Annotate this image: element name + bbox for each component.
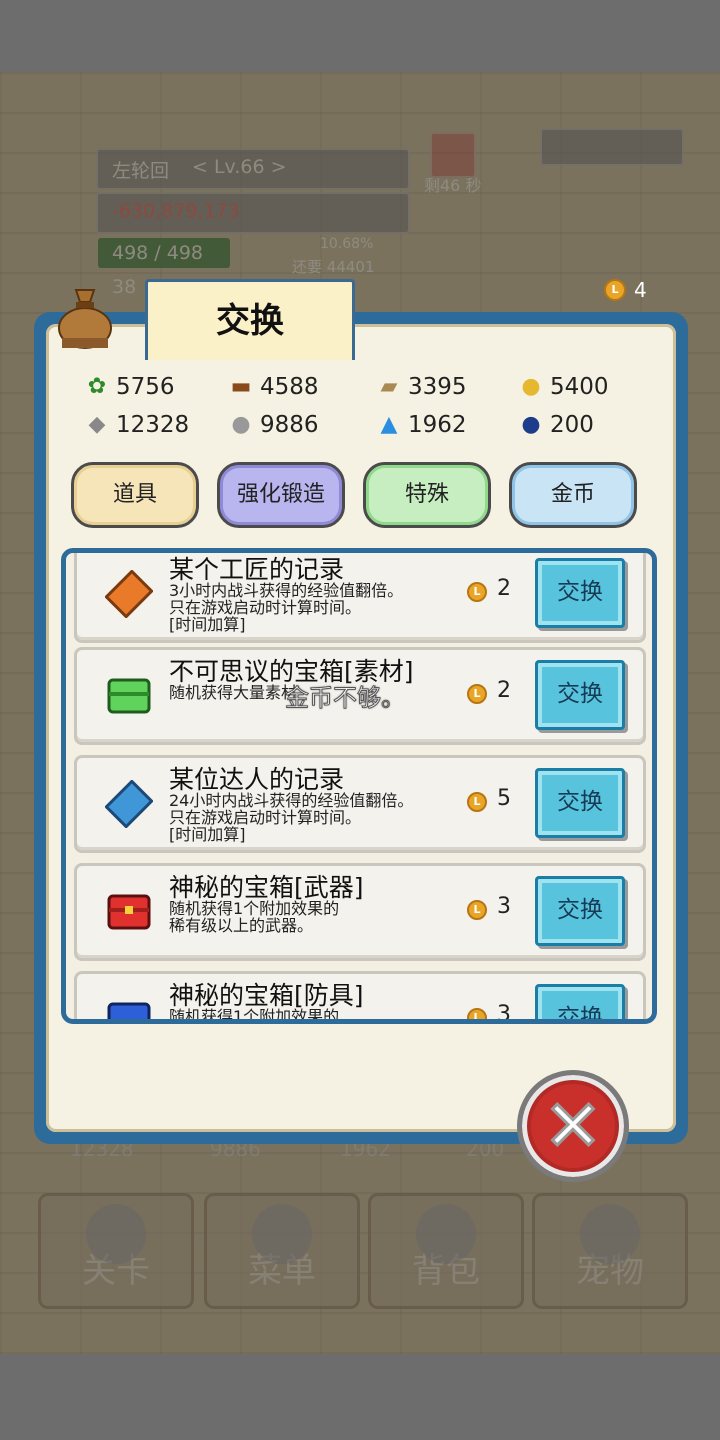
list-item: 神秘的宝箱[武器] 随机获得1个附加效果的 稀有级以上的武器。 L 3 交换 (74, 863, 646, 961)
tab-special[interactable]: 特殊 (363, 462, 491, 528)
close-button[interactable]: ✕ (517, 1070, 629, 1182)
dialog-title: 交换 (145, 279, 355, 360)
coin-icon: L (467, 792, 487, 812)
item-price: 5 (497, 786, 511, 811)
close-icon: ✕ (542, 1084, 604, 1169)
money-bag-icon (58, 289, 112, 349)
item-price: 2 (497, 576, 511, 601)
coin-icon: L (467, 582, 487, 602)
resource-value: 5400 (550, 374, 609, 400)
exchange-button[interactable]: 交换 (535, 660, 625, 730)
resource-value: 5756 (116, 374, 175, 400)
exchange-button[interactable]: 交换 (535, 984, 625, 1019)
orange-book-icon (105, 570, 153, 618)
item-description: 随机获得1个附加效果的 稀有级以上的武器。 (169, 899, 340, 935)
tab-enhance-forge[interactable]: 强化锻造 (217, 462, 345, 528)
resource-value: 9886 (260, 412, 319, 438)
item-price: 3 (497, 1002, 511, 1024)
exchange-button[interactable]: 交换 (535, 876, 625, 946)
toast-message: 金币不够。 (285, 684, 406, 713)
coin-count: 4 (634, 278, 647, 302)
resource-value: 1962 (408, 412, 467, 438)
resource-whetstone: ◆ 12328 (84, 412, 190, 438)
item-price: 3 (497, 894, 511, 919)
resource-value: 12328 (116, 412, 190, 438)
whetstone-icon: ◆ (88, 412, 106, 437)
list-item: 某位达人的记录 24小时内战斗获得的经验值翻倍。 只在游戏启动时计算时间。 [时… (74, 755, 646, 853)
oil-drop-icon: ● (521, 374, 541, 399)
resource-ore: ● 9886 (228, 412, 319, 438)
item-description: 随机获得1个附加效果的 (169, 1007, 340, 1024)
resource-herb: ✿ 5756 (84, 374, 175, 400)
blue-chest-icon (107, 1002, 151, 1019)
ore-icon: ● (231, 412, 251, 437)
list-item: 神秘的宝箱[防具] 随机获得1个附加效果的 L 3 交换 (74, 971, 646, 1024)
red-chest-icon (107, 894, 151, 930)
resource-flame: ▲ 1962 (376, 412, 467, 438)
coin-icon: L (467, 684, 487, 704)
flame-icon: ▲ (380, 412, 398, 437)
item-description: 随机获得大量素材 (169, 683, 298, 702)
herb-icon: ✿ (87, 374, 107, 399)
resource-plank: ▰ 3395 (376, 374, 467, 400)
exchange-button[interactable]: 交换 (535, 768, 625, 838)
resource-orb: ● 200 (518, 412, 594, 438)
tab-coins[interactable]: 金币 (509, 462, 637, 528)
list-item: 某个工匠的记录 3小时内战斗获得的经验值翻倍。 只在游戏启动时计算时间。 [时间… (74, 553, 646, 643)
item-description: 3小时内战斗获得的经验值翻倍。 只在游戏启动时计算时间。 [时间加算] (169, 581, 404, 634)
resource-value: 200 (550, 412, 594, 438)
item-price: 2 (497, 678, 511, 703)
orb-icon: ● (521, 412, 541, 437)
green-chest-icon (107, 678, 151, 714)
status-bar-top (0, 0, 720, 72)
navigation-bar-bottom (0, 1354, 720, 1440)
coin-counter: L 4 (604, 278, 647, 302)
plank-icon: ▰ (380, 374, 398, 399)
resource-wood: ▬ 4588 (228, 374, 319, 400)
tab-items[interactable]: 道具 (71, 462, 199, 528)
item-description: 24小时内战斗获得的经验值翻倍。 只在游戏启动时计算时间。 [时间加算] (169, 791, 414, 844)
coin-icon: L (604, 279, 626, 301)
exchange-button[interactable]: 交换 (535, 558, 625, 628)
resource-value: 3395 (408, 374, 467, 400)
wood-log-icon: ▬ (230, 374, 252, 399)
resource-value: 4588 (260, 374, 319, 400)
resource-oil: ● 5400 (518, 374, 609, 400)
blue-book-icon (105, 780, 153, 828)
coin-icon: L (467, 1008, 487, 1019)
coin-icon: L (467, 900, 487, 920)
exchange-item-list[interactable]: 某个工匠的记录 3小时内战斗获得的经验值翻倍。 只在游戏启动时计算时间。 [时间… (61, 548, 657, 1024)
